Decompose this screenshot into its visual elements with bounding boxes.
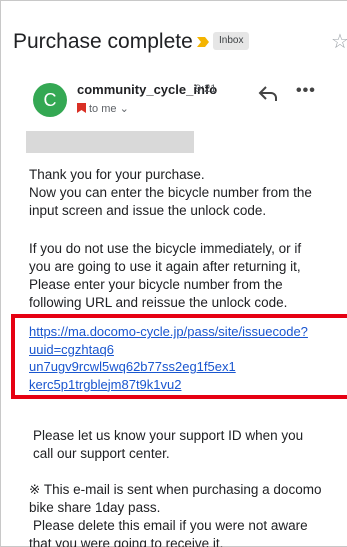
link-line[interactable]: kerc5p1trgblejm87t9k1vu2 [29, 376, 345, 394]
recipient-label: to me [89, 103, 117, 115]
email-view: Purchase complete Inbox ☆ C community_cy… [0, 0, 347, 547]
text-line: that you were going to receive it. [29, 536, 224, 547]
text-line: following URL and reissue the unlock cod… [29, 295, 288, 310]
body-paragraph-3: Please let us know your support ID when … [33, 427, 347, 463]
inbox-label-chip[interactable]: Inbox [213, 32, 250, 50]
text-line: input screen and issue the unlock code. [29, 203, 267, 218]
link-line[interactable]: un7ugv9rcwl5wq62b77ss2eg1f5ex1 [29, 358, 345, 376]
text-line: Thank you for your purchase. [29, 167, 205, 182]
recipient-details-toggle[interactable]: to me ⌄ [77, 102, 129, 115]
link-line[interactable]: uuid=cgzhtaq6 [29, 341, 345, 359]
text-line: you are going to use it again after retu… [29, 259, 301, 274]
body-paragraph-1: Thank you for your purchase. Now you can… [29, 166, 347, 220]
importance-marker-icon[interactable] [196, 35, 210, 49]
text-line: bike share 1day pass. [29, 500, 161, 515]
avatar[interactable]: C [33, 83, 67, 117]
reply-icon[interactable] [257, 82, 279, 104]
more-options-icon[interactable]: ••• [296, 80, 316, 102]
text-line: ※ This e-mail is sent when purchasing a … [29, 482, 322, 497]
email-time: 9:21 [195, 83, 217, 95]
text-line: If you do not use the bicycle immediatel… [29, 241, 302, 256]
text-line: Please enter your bicycle number from th… [29, 277, 283, 292]
subject-row: Purchase complete Inbox ☆ [13, 29, 347, 55]
text-line: Now you can enter the bicycle number fro… [29, 185, 312, 200]
text-line: Please delete this email if you were not… [33, 518, 308, 533]
sender-row: C community_cycle_info 9:21 to me ⌄ ••• [33, 80, 347, 120]
text-line: Please let us know your support ID when … [33, 428, 304, 443]
body-paragraph-4: ※ This e-mail is sent when purchasing a … [29, 481, 347, 547]
star-icon[interactable]: ☆ [331, 31, 347, 53]
label-tag-icon [77, 103, 86, 113]
reissue-code-link[interactable]: https://ma.docomo-cycle.jp/pass/site/iss… [29, 323, 345, 393]
redacted-text-block [26, 131, 194, 153]
body-paragraph-2: If you do not use the bicycle immediatel… [29, 240, 347, 312]
email-subject: Purchase complete [13, 30, 193, 53]
chevron-down-icon: ⌄ [119, 103, 129, 115]
text-line: call our support center. [33, 446, 170, 461]
link-line[interactable]: https://ma.docomo-cycle.jp/pass/site/iss… [29, 323, 345, 341]
